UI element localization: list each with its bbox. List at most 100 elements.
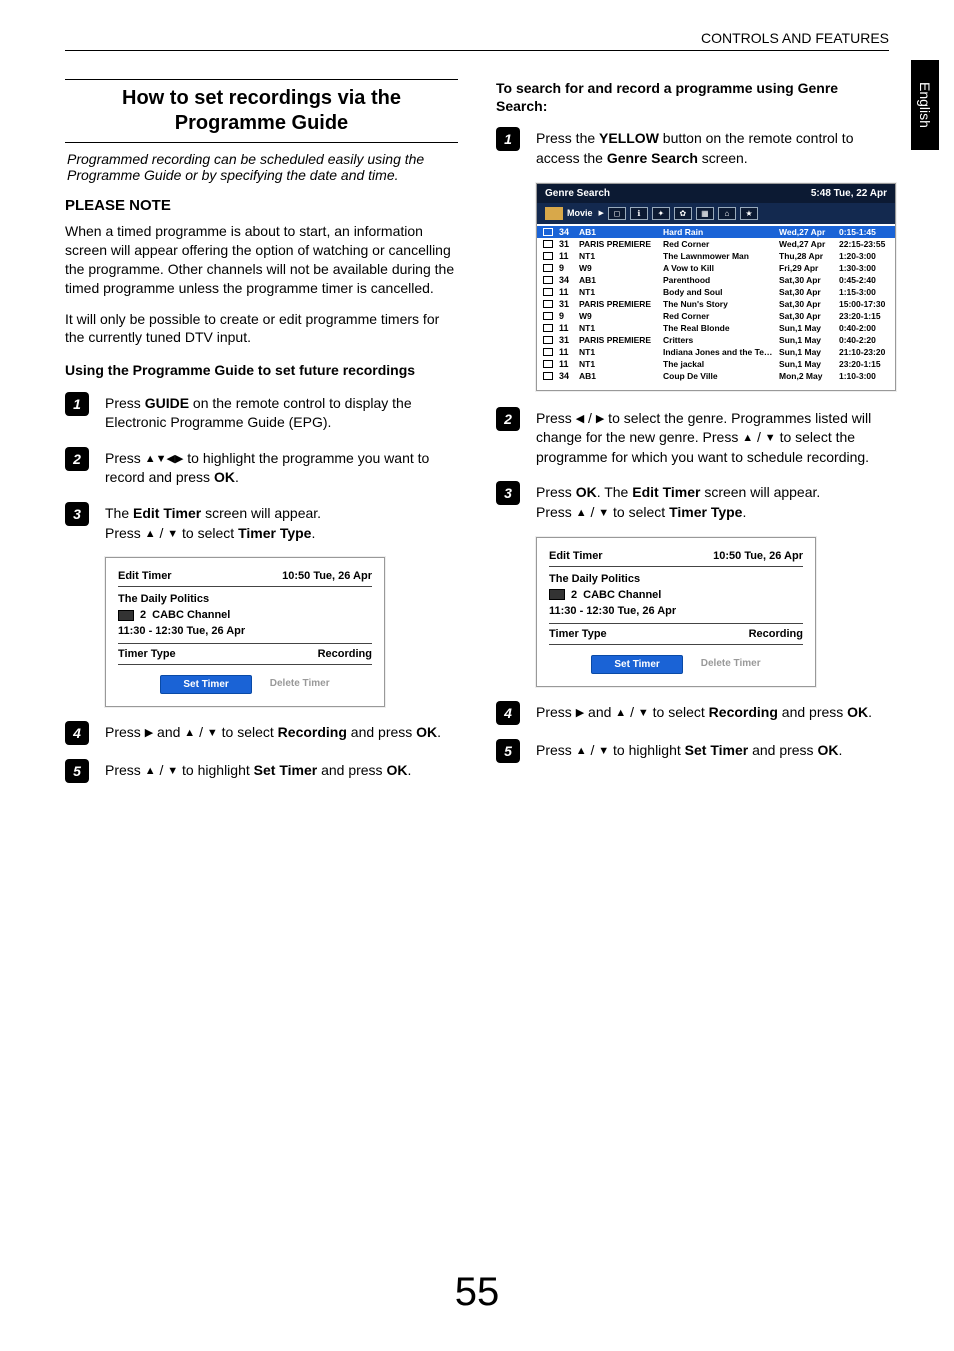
programme-date: Wed,27 Apr <box>779 227 833 237</box>
channel-number: 34 <box>559 227 573 237</box>
step-text: . <box>868 704 872 720</box>
step-text: . <box>311 525 315 541</box>
programme-time: 15:00-17:30 <box>839 299 889 309</box>
right-arrow-icon: ▶ <box>599 209 604 217</box>
row-indicator-icon <box>543 372 553 380</box>
genre-result-row[interactable]: 34AB1ParenthoodSat,30 Apr0:45-2:40 <box>537 274 895 286</box>
ok-label: OK <box>416 724 437 740</box>
channel-name: PARIS PREMIERE <box>579 239 657 249</box>
step-number-icon: 3 <box>496 481 520 505</box>
genre-result-row[interactable]: 11NT1Indiana Jones and the Temple of Doo… <box>537 346 895 358</box>
channel-number: 11 <box>559 359 573 369</box>
genre-result-row[interactable]: 34AB1Hard RainWed,27 Apr0:15-1:45 <box>537 226 895 238</box>
genre-result-row[interactable]: 11NT1Body and SoulSat,30 Apr1:15-3:00 <box>537 286 895 298</box>
set-timer-label: Set Timer <box>685 742 749 758</box>
genre-search-heading: To search for and record a programme usi… <box>496 79 889 115</box>
step-text: and press <box>347 724 416 740</box>
channel-name: W9 <box>579 263 657 273</box>
genre-search-panel: Genre Search 5:48 Tue, 22 Apr Movie ▶ ◻ … <box>536 183 896 391</box>
step-3: 3 The Edit Timer screen will appear. Pre… <box>65 502 458 543</box>
genre-result-list[interactable]: 34AB1Hard RainWed,27 Apr0:15-1:4531PARIS… <box>537 224 895 390</box>
programme-time: 23:20-1:15 <box>839 311 889 321</box>
genre-result-row[interactable]: 11NT1The Real BlondeSun,1 May0:40-2:00 <box>537 322 895 334</box>
row-indicator-icon <box>543 228 553 236</box>
row-indicator-icon <box>543 252 553 260</box>
step-text: screen will appear. <box>201 505 321 521</box>
set-timer-button[interactable]: Set Timer <box>591 655 682 674</box>
delete-timer-button[interactable]: Delete Timer <box>701 655 761 674</box>
row-indicator-icon <box>543 324 553 332</box>
programme-time: 21:10-23:20 <box>839 347 889 357</box>
page-header: CONTROLS AND FEATURES <box>65 30 889 51</box>
genre-result-row[interactable]: 34AB1Coup De VilleMon,2 May1:10-3:00 <box>537 370 895 382</box>
step-2: 2 Press ◀ / ▶ to select the genre. Progr… <box>496 407 889 468</box>
step-text: Press <box>536 484 576 500</box>
step-5: 5 Press ▲ / ▼ to highlight Set Timer and… <box>496 739 889 763</box>
channel-number: 9 <box>559 263 573 273</box>
left-arrow-icon: ◀ <box>576 413 584 425</box>
genre-result-row[interactable]: 31PARIS PREMIEREThe Nun's StorySat,30 Ap… <box>537 298 895 310</box>
channel-number: 31 <box>559 299 573 309</box>
panel-datetime: 10:50 Tue, 26 Apr <box>282 570 372 582</box>
step-number-icon: 4 <box>496 701 520 725</box>
set-timer-button[interactable]: Set Timer <box>160 675 251 694</box>
step-text: to highlight <box>609 742 685 758</box>
step-text: . <box>407 762 411 778</box>
genre-category-row[interactable]: Movie ▶ ◻ ℹ ✦ ✿ ▦ ⌂ ★ <box>537 203 895 224</box>
row-indicator-icon <box>543 336 553 344</box>
programme-title: The Lawnmower Man <box>663 251 773 261</box>
up-arrow-icon: ▲ <box>184 727 195 739</box>
genre-result-row[interactable]: 9W9Red CornerSat,30 Apr23:20-1:15 <box>537 310 895 322</box>
programme-time: 1:15-3:00 <box>839 287 889 297</box>
up-arrow-icon: ▲ <box>615 707 626 719</box>
step-number-icon: 4 <box>65 721 89 745</box>
section-heading: How to set recordings via the Programme … <box>65 79 458 143</box>
genre-result-row[interactable]: 31PARIS PREMIERECrittersSun,1 May0:40-2:… <box>537 334 895 346</box>
row-indicator-icon <box>543 276 553 284</box>
step-text: to highlight <box>178 762 254 778</box>
programme-title: Coup De Ville <box>663 371 773 381</box>
step-number-icon: 1 <box>496 127 520 151</box>
programme-time: 1:10-3:00 <box>839 371 889 381</box>
channel-name: AB1 <box>579 227 657 237</box>
channel-number: 11 <box>559 347 573 357</box>
down-arrow-icon: ▼ <box>167 528 178 540</box>
guide-label: GUIDE <box>145 395 189 411</box>
channel-number: 31 <box>559 335 573 345</box>
genre-result-row[interactable]: 11NT1The Lawnmower ManThu,28 Apr1:20-3:0… <box>537 250 895 262</box>
timer-type-value: Recording <box>318 648 372 660</box>
row-indicator-icon <box>543 300 553 308</box>
genre-icon: ✿ <box>674 207 692 220</box>
up-arrow-icon: ▲ <box>742 432 753 444</box>
programme-title: Indiana Jones and the Temple of Doom <box>663 347 773 357</box>
genre-icon: ▦ <box>696 207 714 220</box>
programme-time: 0:40-2:20 <box>839 335 889 345</box>
step-number-icon: 2 <box>65 447 89 471</box>
ok-label: OK <box>817 742 838 758</box>
programme-date: Sat,30 Apr <box>779 299 833 309</box>
step-text: screen will appear. <box>700 484 820 500</box>
step-text: Press <box>105 450 145 466</box>
genre-result-row[interactable]: 9W9A Vow to KillFri,29 Apr1:30-3:00 <box>537 262 895 274</box>
programme-title: The Nun's Story <box>663 299 773 309</box>
row-indicator-icon <box>543 348 553 356</box>
step-1: 1 Press GUIDE on the remote control to d… <box>65 392 458 433</box>
programme-time: 0:15-1:45 <box>839 227 889 237</box>
programme-time: 1:30-3:00 <box>839 263 889 273</box>
step-text: to select <box>218 724 278 740</box>
recording-label: Recording <box>709 704 778 720</box>
programme-title: Body and Soul <box>663 287 773 297</box>
step-text: . <box>742 504 746 520</box>
channel-number: 9 <box>559 311 573 321</box>
step-number-icon: 2 <box>496 407 520 431</box>
edit-timer-label: Edit Timer <box>133 505 201 521</box>
step-text: to select <box>178 525 238 541</box>
genre-result-row[interactable]: 11NT1The jackalSun,1 May23:20-1:15 <box>537 358 895 370</box>
programme-date: Fri,29 Apr <box>779 263 833 273</box>
up-arrow-icon: ▲ <box>576 507 587 519</box>
delete-timer-button[interactable]: Delete Timer <box>270 675 330 694</box>
note-paragraph-1: When a timed programme is about to start… <box>65 222 458 298</box>
down-arrow-icon: ▼ <box>598 745 609 757</box>
genre-result-row[interactable]: 31PARIS PREMIERERed CornerWed,27 Apr22:1… <box>537 238 895 250</box>
step-text: and <box>153 724 184 740</box>
